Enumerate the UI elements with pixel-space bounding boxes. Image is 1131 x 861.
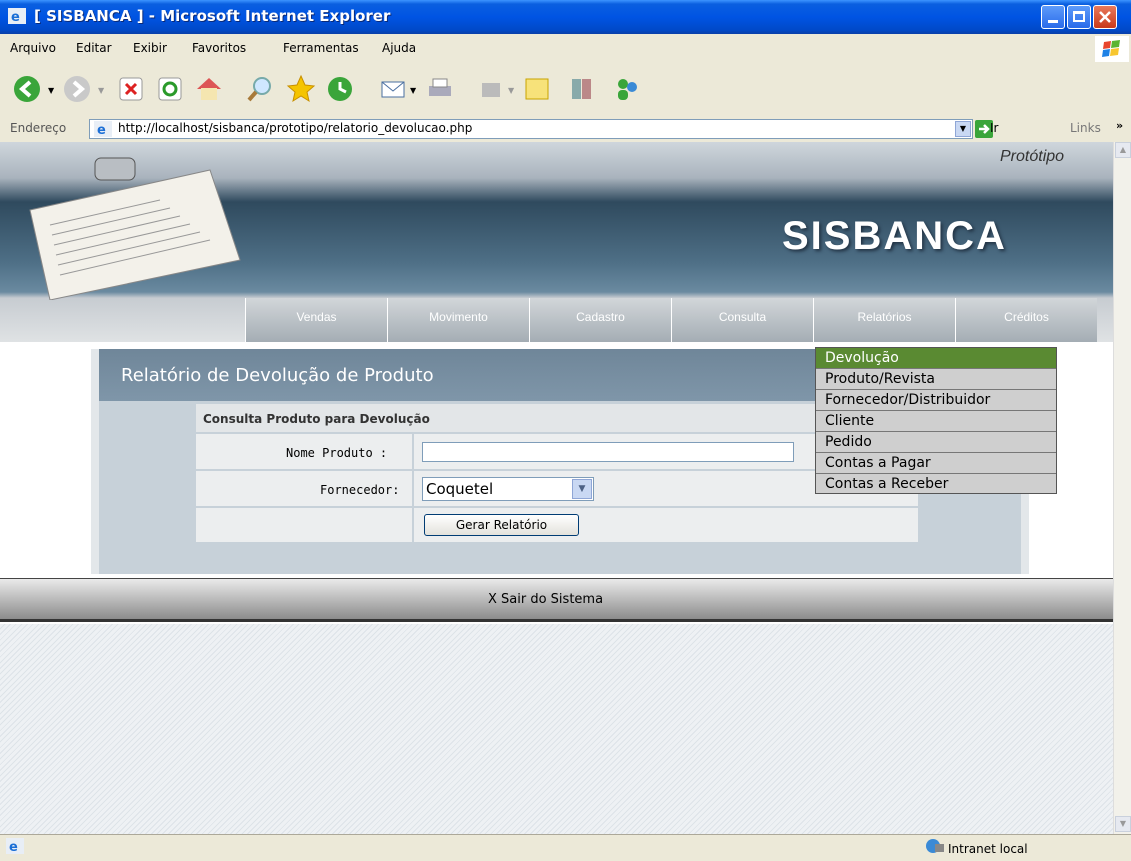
address-dropdown-icon[interactable]: ▼ xyxy=(955,121,971,137)
nav-creditos[interactable]: Créditos xyxy=(955,298,1097,342)
page-icon: e xyxy=(94,121,112,137)
back-icon[interactable] xyxy=(12,74,42,104)
nav-label: Consulta xyxy=(718,310,767,324)
nav-label: Cadastro xyxy=(576,310,625,324)
messenger-icon[interactable] xyxy=(612,74,642,104)
nav-label: Movimento xyxy=(429,310,488,324)
nav-cadastro[interactable]: Cadastro xyxy=(529,298,671,342)
nome-produto-label: Nome Produto : xyxy=(286,446,388,460)
menu-favoritos[interactable]: Favoritos xyxy=(192,41,246,55)
nav-consulta[interactable]: Consulta xyxy=(671,298,813,342)
form-row-submit: Gerar Relatório xyxy=(196,508,918,542)
maximize-button[interactable] xyxy=(1067,5,1091,29)
minimize-button[interactable] xyxy=(1041,5,1065,29)
mail-dropdown-icon[interactable]: ▼ xyxy=(410,86,416,95)
dropdown-item-produto-revista[interactable]: Produto/Revista xyxy=(816,369,1056,390)
svg-text:e: e xyxy=(9,840,18,854)
toolbar: ▼ ▼ ▼ ▼ xyxy=(0,64,1131,119)
page-title: Relatório de Devolução de Produto xyxy=(121,365,434,386)
security-zone: Intranet local xyxy=(948,842,1028,856)
refresh-icon[interactable] xyxy=(155,74,185,104)
intranet-icon xyxy=(926,839,944,853)
search-icon[interactable] xyxy=(245,74,275,104)
dropdown-item-devolucao[interactable]: Devolução xyxy=(816,348,1056,369)
page-background-pattern xyxy=(0,624,1113,834)
dropdown-item-fornecedor-distribuidor[interactable]: Fornecedor/Distribuidor xyxy=(816,390,1056,411)
edit-dropdown-icon[interactable]: ▼ xyxy=(508,86,514,95)
chevron-right-icon[interactable]: » xyxy=(1116,119,1123,132)
menu-ferramentas[interactable]: Ferramentas xyxy=(283,41,359,55)
svg-text:e: e xyxy=(97,123,106,137)
go-button[interactable]: Ir xyxy=(990,121,998,135)
edit-icon[interactable] xyxy=(476,74,506,104)
fornecedor-label: Fornecedor: xyxy=(320,483,400,497)
prototype-tag: Protótipo xyxy=(1000,148,1065,165)
close-icon xyxy=(1099,11,1111,23)
links-button[interactable]: Links xyxy=(1070,121,1101,135)
mail-icon[interactable] xyxy=(378,74,408,104)
forward-icon[interactable] xyxy=(62,74,92,104)
nav-movimento[interactable]: Movimento xyxy=(387,298,529,342)
address-label: Endereço xyxy=(10,121,67,135)
svg-text:e: e xyxy=(11,10,20,24)
fornecedor-value: Coquetel xyxy=(426,480,494,498)
status-page-icon: e xyxy=(6,838,24,854)
nav-relatorios[interactable]: Relatórios xyxy=(813,298,955,342)
vertical-scrollbar[interactable]: ▲ ▼ xyxy=(1113,142,1131,834)
print-icon[interactable] xyxy=(425,74,455,104)
menu-editar[interactable]: Editar xyxy=(76,41,112,55)
report-form: Consulta Produto para Devolução Nome Pro… xyxy=(196,404,918,542)
nome-produto-input[interactable] xyxy=(422,442,794,462)
address-url: http://localhost/sisbanca/prototipo/rela… xyxy=(118,121,473,135)
clipboard-image xyxy=(29,157,241,300)
form-row-nome: Nome Produto : xyxy=(196,434,918,471)
dropdown-item-pedido[interactable]: Pedido xyxy=(816,432,1056,453)
brand-title: SISBANCA xyxy=(782,214,1007,258)
back-dropdown-icon[interactable]: ▼ xyxy=(48,86,54,95)
menu-arquivo[interactable]: Arquivo xyxy=(10,41,56,55)
nav-label: Vendas xyxy=(296,310,337,324)
nav-label: Créditos xyxy=(1004,310,1049,324)
nav-vendas[interactable]: Vendas xyxy=(245,298,387,342)
scroll-down-icon[interactable]: ▼ xyxy=(1115,816,1131,832)
discuss-icon[interactable] xyxy=(522,74,552,104)
fornecedor-select[interactable]: Coquetel ▼ xyxy=(422,477,594,501)
dropdown-item-contas-a-receber[interactable]: Contas a Receber xyxy=(816,474,1056,495)
menu-ajuda[interactable]: Ajuda xyxy=(382,41,416,55)
relatorios-dropdown: Devolução Produto/Revista Fornecedor/Dis… xyxy=(815,347,1057,494)
dropdown-item-cliente[interactable]: Cliente xyxy=(816,411,1056,432)
nav-label: Relatórios xyxy=(857,310,912,324)
windows-logo-icon xyxy=(1095,36,1129,62)
chevron-down-icon[interactable]: ▼ xyxy=(572,479,592,499)
gerar-relatorio-button[interactable]: Gerar Relatório xyxy=(424,514,579,536)
stop-icon[interactable] xyxy=(116,74,146,104)
favorites-star-icon[interactable] xyxy=(286,74,316,104)
ie-logo-icon: e xyxy=(8,8,26,24)
form-row-fornecedor: Fornecedor: Coquetel ▼ xyxy=(196,471,918,508)
history-icon[interactable] xyxy=(325,74,355,104)
menu-bar xyxy=(0,34,1131,65)
close-button[interactable] xyxy=(1093,5,1117,29)
research-icon[interactable] xyxy=(568,74,598,104)
window-title: [ SISBANCA ] - Microsoft Internet Explor… xyxy=(34,7,391,25)
scroll-up-icon[interactable]: ▲ xyxy=(1115,142,1131,158)
dropdown-item-contas-a-pagar[interactable]: Contas a Pagar xyxy=(816,453,1056,474)
logout-link[interactable]: X Sair do Sistema xyxy=(488,592,603,607)
home-icon[interactable] xyxy=(194,74,224,104)
menu-exibir[interactable]: Exibir xyxy=(133,41,167,55)
form-header-row: Consulta Produto para Devolução xyxy=(196,404,918,434)
form-title: Consulta Produto para Devolução xyxy=(203,412,430,426)
forward-dropdown-icon[interactable]: ▼ xyxy=(98,86,104,95)
